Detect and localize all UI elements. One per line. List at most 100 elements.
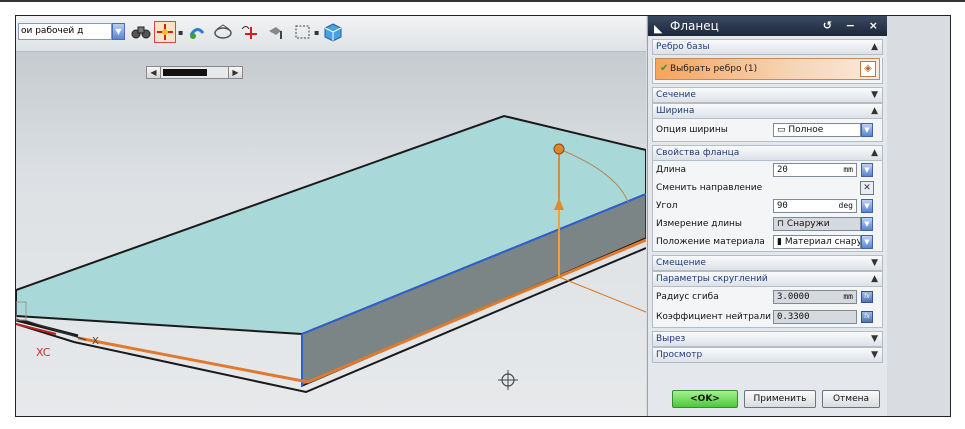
select-edge-bar[interactable]: ✔ Выбрать ребро (1) ◈ xyxy=(655,58,880,80)
axis-xc-label: XC xyxy=(36,346,51,359)
length-row: Длина 20 mm ▼ xyxy=(653,161,882,179)
dialog-title: Фланец xyxy=(670,19,719,33)
section-label: Сечение xyxy=(656,90,696,100)
chevron-up-icon[interactable]: ▲ xyxy=(871,146,878,160)
crosshair-cursor-icon xyxy=(498,370,518,390)
section-width[interactable]: Ширина ▲ xyxy=(652,103,883,119)
cancel-button[interactable]: Отмена xyxy=(822,390,880,408)
outside-measure-icon: ⊓ xyxy=(777,219,787,229)
move-icon[interactable] xyxy=(266,21,288,43)
wcs-icon[interactable] xyxy=(238,21,260,43)
nx-window: ои рабочей д ▼ ▪ ▪ ◀ ▶ X XC ◣ Фланец ↺ −… xyxy=(15,15,951,417)
neutral-factor-label: Коэффициент нейтрали xyxy=(656,312,771,322)
selection-filter-dropdown-icon[interactable]: ▼ xyxy=(112,23,125,40)
section-label: Параметры скруглений xyxy=(656,274,768,284)
apply-button[interactable]: Применить xyxy=(744,390,816,408)
full-width-icon: ▭ xyxy=(777,125,789,135)
rotate-icon[interactable] xyxy=(186,21,208,43)
section-cross-section[interactable]: Сечение ▼ xyxy=(652,87,883,103)
binoculars-icon[interactable] xyxy=(130,21,152,43)
section-offset[interactable]: Смещение ▼ xyxy=(652,255,883,271)
selection-dropdown-icon[interactable]: ▪ xyxy=(314,28,319,37)
ok-button[interactable]: <OK> xyxy=(672,390,738,408)
titlebar-buttons[interactable]: ↺ − × xyxy=(823,16,883,36)
reverse-direction-row: Сменить направление ✕ xyxy=(653,179,882,197)
chevron-up-icon[interactable]: ▲ xyxy=(871,40,878,54)
section-label: Просмотр xyxy=(656,350,703,360)
length-vector xyxy=(558,276,646,313)
formula-icon[interactable]: fx xyxy=(861,291,873,303)
base-edge-body: ✔ Выбрать ребро (1) ◈ xyxy=(652,58,883,84)
reverse-direction-icon[interactable]: ✕ xyxy=(860,181,874,195)
length-unit: mm xyxy=(843,165,853,174)
checkmark-icon: ✔ xyxy=(660,63,669,74)
select-edge-label: Выбрать ребро (1) xyxy=(670,64,758,74)
top-rule xyxy=(0,0,965,2)
angle-handle xyxy=(553,143,565,155)
material-side-row: Положение материала ▮ Материал снару ▼ xyxy=(653,233,882,251)
section-label: Ребро базы xyxy=(656,42,710,52)
bend-radius-row: Радиус сгиба 3.0000 mm fx xyxy=(653,287,882,307)
chevron-up-icon[interactable]: ▲ xyxy=(871,104,878,118)
section-label: Свойства фланца xyxy=(656,148,740,158)
bend-radius-label: Радиус сгиба xyxy=(656,292,719,302)
length-measure-label: Измерение длины xyxy=(656,219,743,229)
formula-icon[interactable]: fx xyxy=(861,311,873,323)
flange-props-body: Длина 20 mm ▼ Сменить направление ✕ Угол… xyxy=(652,161,883,252)
bend-radius-input[interactable]: 3.0000 mm xyxy=(773,290,857,304)
bend-params-body: Радиус сгиба 3.0000 mm fx Коэффициент не… xyxy=(652,287,883,328)
neutral-factor-input[interactable]: 0.3300 xyxy=(773,310,857,324)
material-side-dropdown-icon[interactable]: ▼ xyxy=(861,235,873,249)
length-options-icon[interactable]: ▼ xyxy=(861,163,873,177)
selection-filter-combo[interactable]: ои рабочей д xyxy=(18,23,112,40)
neutral-factor-row: Коэффициент нейтрали 0.3300 fx xyxy=(653,307,882,327)
length-measure-dropdown-icon[interactable]: ▼ xyxy=(861,217,873,231)
angle-label: Угол xyxy=(656,201,678,211)
flange-dialog: ◣ Фланец ↺ − × Ребро базы ▲ ✔ Выбрать ре… xyxy=(647,16,888,416)
graphics-viewport[interactable]: ◀ ▶ X XC xyxy=(16,52,646,416)
dialog-buttons: <OK> Применить Отмена xyxy=(648,390,888,410)
angle-input[interactable]: 90 deg xyxy=(773,199,857,213)
section-label: Ширина xyxy=(656,106,695,116)
toolbar: ои рабочей д ▼ ▪ ▪ xyxy=(16,16,646,52)
selection-box-icon[interactable] xyxy=(292,21,314,43)
snap-dropdown-icon[interactable]: ▪ xyxy=(178,28,183,37)
section-bend-params[interactable]: Параметры скруглений ▲ xyxy=(652,271,883,287)
width-option-dropdown-icon[interactable]: ▼ xyxy=(861,123,873,137)
width-option-row: Опция ширины ▭ Полное ▼ xyxy=(653,119,882,141)
chevron-down-icon[interactable]: ▼ xyxy=(871,88,878,102)
width-option-label: Опция ширины xyxy=(656,125,728,135)
angle-unit: deg xyxy=(838,201,853,210)
length-measure-row: Измерение длины ⊓ Снаружи ▼ xyxy=(653,215,882,233)
chevron-down-icon[interactable]: ▼ xyxy=(871,332,878,346)
dialog-titlebar[interactable]: ◣ Фланец ↺ − × xyxy=(648,16,887,36)
plate-top-face xyxy=(16,114,646,336)
length-measure-select[interactable]: ⊓ Снаружи xyxy=(773,217,861,231)
chevron-down-icon[interactable]: ▼ xyxy=(871,256,878,270)
snap-point-icon[interactable] xyxy=(154,21,176,43)
angle-row: Угол 90 deg ▼ xyxy=(653,197,882,215)
section-label: Смещение xyxy=(656,258,706,268)
section-relief[interactable]: Вырез ▼ xyxy=(652,331,883,347)
view-orient-icon[interactable] xyxy=(212,21,234,43)
material-side-select[interactable]: ▮ Материал снару xyxy=(773,235,861,249)
section-preview[interactable]: Просмотр ▼ xyxy=(652,347,883,363)
shaded-cube-icon[interactable] xyxy=(322,21,344,43)
width-option-select[interactable]: ▭ Полное xyxy=(773,123,861,137)
chevron-up-icon[interactable]: ▲ xyxy=(871,272,878,286)
bend-radius-unit: mm xyxy=(843,292,853,301)
material-outside-icon: ▮ xyxy=(777,237,785,247)
reverse-direction-label: Сменить направление xyxy=(656,183,763,193)
material-side-label: Положение материала xyxy=(656,237,765,247)
length-label: Длина xyxy=(656,165,687,175)
angle-options-icon[interactable]: ▼ xyxy=(861,199,873,213)
edge-select-cube-icon[interactable]: ◈ xyxy=(860,61,876,77)
length-input[interactable]: 20 mm xyxy=(773,163,857,177)
sheet-metal-model: X XC xyxy=(16,114,646,394)
chevron-down-icon[interactable]: ▼ xyxy=(871,348,878,362)
width-body: Опция ширины ▭ Полное ▼ xyxy=(652,119,883,142)
section-flange-props[interactable]: Свойства фланца ▲ xyxy=(652,145,883,161)
section-label: Вырез xyxy=(656,334,686,344)
section-base-edge[interactable]: Ребро базы ▲ xyxy=(652,39,883,55)
axis-x-label: X xyxy=(92,336,99,347)
